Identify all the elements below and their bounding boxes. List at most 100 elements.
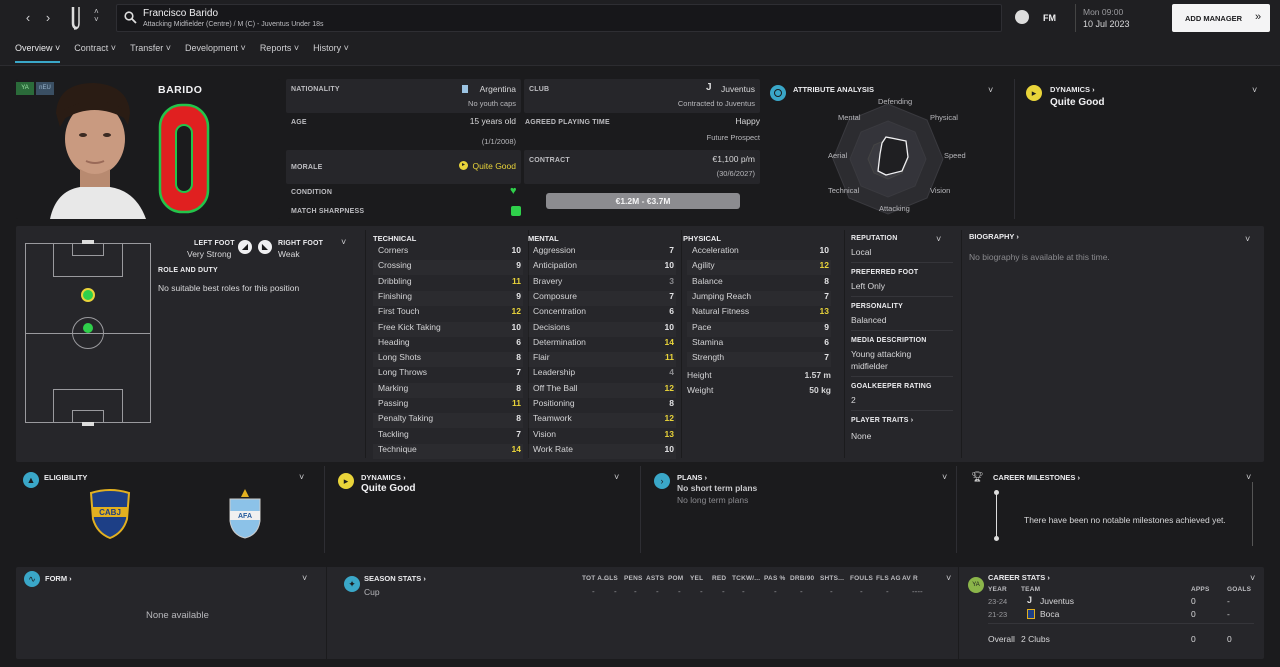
chevron-down-icon[interactable]: ˅ — [1246, 472, 1251, 482]
season-stats-col[interactable]: DRB/90 — [790, 575, 814, 582]
chevron-down-icon[interactable]: ˅ — [1252, 85, 1257, 95]
attribute-row[interactable]: Strength 7 — [687, 352, 831, 367]
season-stats-col[interactable]: POM — [668, 575, 683, 582]
season-stats-col[interactable]: FLS AG — [876, 575, 901, 582]
attribute-row[interactable]: Vision 13 — [528, 429, 676, 444]
attribute-name: Composure — [533, 290, 577, 301]
tab-reports[interactable]: Reports ˅ — [260, 43, 299, 63]
attribute-row[interactable]: Stamina 6 — [687, 337, 831, 352]
attribute-row[interactable]: Passing 11 — [373, 398, 523, 413]
biography-link[interactable]: BIOGRAPHY › — [969, 232, 1019, 241]
chevron-down-icon[interactable]: ˅ — [946, 573, 951, 583]
attribute-row[interactable]: Anticipation 10 — [528, 260, 676, 275]
contract-panel[interactable]: CONTRACT €1,100 p/m (30/6/2027) — [524, 150, 760, 184]
morale-panel[interactable]: MORALE ▸ Quite Good — [286, 150, 521, 184]
nationality-panel[interactable]: NATIONALITY Argentina No youth caps — [286, 79, 521, 113]
club-crest-icon[interactable] — [68, 5, 88, 31]
season-stats-col[interactable]: SHTS... — [820, 575, 844, 582]
attribute-row[interactable]: Dribbling 11 — [373, 276, 523, 291]
plans-link[interactable]: PLANS › — [677, 473, 707, 482]
attribute-row[interactable]: Decisions 10 — [528, 322, 676, 337]
search-box[interactable]: Francisco Barido Attacking Midfielder (C… — [116, 4, 1002, 32]
attribute-row[interactable]: Corners 10 — [373, 245, 523, 260]
chevron-down-icon[interactable]: ˅ — [302, 573, 307, 583]
tab-transfer[interactable]: Transfer ˅ — [130, 43, 171, 63]
season-stats-col[interactable]: TCKW/... — [732, 575, 760, 582]
attribute-name: Pace — [692, 321, 712, 332]
attribute-row[interactable]: Flair 11 — [528, 352, 676, 367]
tab-contract[interactable]: Contract ˅ — [74, 43, 116, 63]
chevron-down-icon[interactable]: ˅ — [341, 237, 346, 247]
attribute-row[interactable]: Natural Fitness 13 — [687, 306, 831, 321]
attribute-row[interactable]: Finishing 9 — [373, 291, 523, 306]
summary-row: ▲ ELIGIBILITY ˅ CABJ AFA ▸ DYNAMICS › Qu… — [16, 466, 1264, 553]
attribute-row[interactable]: Off The Ball 12 — [528, 383, 676, 398]
attribute-row[interactable]: Tackling 7 — [373, 429, 523, 444]
scrollbar[interactable] — [1252, 482, 1253, 546]
attribute-row[interactable]: Concentration 6 — [528, 306, 676, 321]
attribute-row[interactable]: First Touch 12 — [373, 306, 523, 321]
season-stats-col[interactable]: GLS — [604, 575, 618, 582]
player-name: Francisco Barido — [143, 8, 219, 19]
attribute-row[interactable]: Balance 8 — [687, 276, 831, 291]
attribute-row[interactable]: Long Shots 8 — [373, 352, 523, 367]
attribute-row[interactable]: Crossing 9 — [373, 260, 523, 275]
chevron-down-icon[interactable]: ˅ — [936, 234, 941, 244]
attribute-row[interactable]: Long Throws 7 — [373, 367, 523, 382]
attribute-row[interactable]: Leadership 4 — [528, 367, 676, 382]
add-manager-button[interactable]: ADD MANAGER » — [1172, 4, 1270, 32]
player-traits-link[interactable]: PLAYER TRAITS › — [851, 417, 913, 424]
attribute-row[interactable]: Acceleration 10 — [687, 245, 831, 260]
attribute-row[interactable]: Bravery 3 — [528, 276, 676, 291]
chevron-down-icon[interactable]: ˅ — [614, 472, 619, 482]
chevron-down-icon[interactable]: ˅ — [1245, 234, 1250, 244]
forward-icon[interactable]: › — [38, 8, 58, 28]
chevron-down-icon[interactable]: ˅ — [988, 85, 993, 95]
back-icon[interactable]: ‹ — [18, 8, 38, 28]
ball-icon[interactable] — [1015, 10, 1029, 24]
season-stats-col[interactable]: RED — [712, 575, 726, 582]
attribute-name: Long Shots — [378, 352, 422, 363]
attribute-row[interactable]: Agility 12 — [687, 260, 831, 275]
attribute-row[interactable]: Technique 14 — [373, 444, 523, 459]
club-panel[interactable]: CLUB J Juventus Contracted to Juventus — [524, 79, 760, 113]
attribute-row[interactable]: Marking 8 — [373, 383, 523, 398]
chevron-down-icon[interactable]: ˅ — [942, 472, 947, 482]
chevron-down-icon[interactable]: ˅ — [1250, 573, 1255, 583]
attribute-row[interactable]: Pace 9 — [687, 322, 831, 337]
attribute-row[interactable]: Determination 14 — [528, 337, 676, 352]
value-range-bar[interactable]: €1.2M - €3.7M — [546, 193, 740, 209]
season-stats-col[interactable]: YEL — [690, 575, 703, 582]
attribute-row[interactable]: Composure 7 — [528, 291, 676, 306]
season-stats-col[interactable]: PAS % — [764, 575, 785, 582]
attribute-row[interactable]: Heading 6 — [373, 337, 523, 352]
season-stats-col[interactable]: FOULS — [850, 575, 873, 582]
milestones-link[interactable]: CAREER MILESTONES › — [993, 473, 1080, 482]
attribute-row[interactable]: Positioning 8 — [528, 398, 676, 413]
career-stats-link[interactable]: CAREER STATS › — [988, 573, 1050, 582]
tab-development[interactable]: Development ˅ — [185, 43, 246, 63]
left-foot-label: LEFT FOOT — [194, 240, 235, 247]
tab-overview[interactable]: Overview ˅ — [15, 43, 61, 63]
dynamics-link[interactable]: DYNAMICS › — [1050, 85, 1095, 94]
attribute-row[interactable]: Aggression 7 — [528, 245, 676, 260]
attribute-row[interactable]: Teamwork 12 — [528, 413, 676, 428]
attribute-row[interactable]: Work Rate 10 — [528, 444, 676, 459]
attribute-row[interactable]: Jumping Reach 7 — [687, 291, 831, 306]
career-team[interactable]: Boca — [1040, 609, 1059, 619]
attribute-row[interactable]: Free Kick Taking 10 — [373, 322, 523, 337]
tab-history[interactable]: History ˅ — [313, 43, 349, 63]
form-link[interactable]: FORM › — [45, 574, 72, 583]
season-stats-col[interactable]: PENS — [624, 575, 643, 582]
season-stats-col[interactable]: AV R — [902, 575, 918, 582]
radar-label-attacking: Attacking — [879, 204, 910, 213]
fm-logo[interactable]: FM — [1043, 13, 1056, 23]
dynamics-link[interactable]: DYNAMICS › — [361, 473, 406, 482]
chevron-down-icon[interactable]: ˅ — [299, 472, 304, 482]
career-team[interactable]: Juventus — [1040, 596, 1074, 606]
season-stats-col[interactable]: ASTS — [646, 575, 664, 582]
season-stats-link[interactable]: SEASON STATS › — [364, 574, 426, 583]
sort-arrows-icon[interactable]: ˄ ˅ — [94, 8, 99, 24]
game-date[interactable]: 10 Jul 2023 — [1083, 19, 1130, 29]
attribute-row[interactable]: Penalty Taking 8 — [373, 413, 523, 428]
